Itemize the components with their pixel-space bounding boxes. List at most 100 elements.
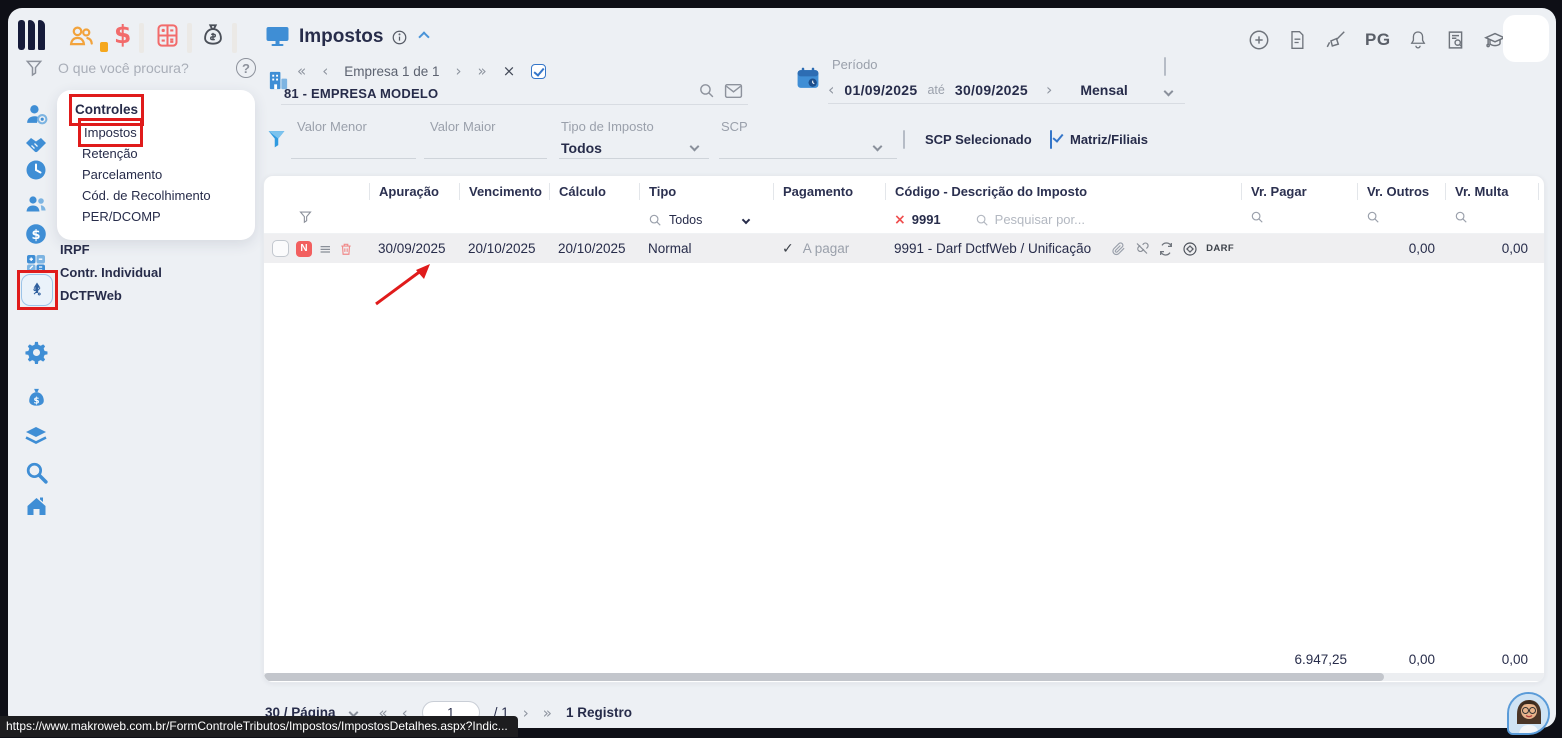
sidebar-item-search[interactable] xyxy=(22,458,50,486)
attachment-icon[interactable] xyxy=(1111,241,1126,256)
company-first-button[interactable]: « xyxy=(297,62,306,80)
monitor-icon xyxy=(266,27,289,46)
vr-pagar-search-icon[interactable] xyxy=(1250,210,1264,224)
menu-item-dctfweb[interactable]: DCTFWeb xyxy=(60,284,162,307)
sidebar-item-gear[interactable] xyxy=(22,338,50,366)
matriz-filiais-checkbox[interactable] xyxy=(1050,130,1052,149)
column-vr-outros[interactable]: Vr. Outros xyxy=(1357,182,1445,200)
row-checkbox[interactable] xyxy=(272,240,289,257)
sidebar-item-moneybag[interactable]: $ xyxy=(22,384,50,412)
annotation-box-pin xyxy=(17,270,58,310)
column-calculo[interactable]: Cálculo xyxy=(549,182,639,200)
filter-funnel-icon[interactable] xyxy=(24,57,44,79)
broom-icon[interactable] xyxy=(1324,29,1348,51)
app-logo[interactable] xyxy=(18,20,48,52)
sidebar-item-user-settings[interactable] xyxy=(22,100,50,128)
moneybag-module-icon[interactable] xyxy=(200,21,226,49)
filters-funnel-icon[interactable] xyxy=(266,126,287,152)
sidebar-item-taxes-pin[interactable] xyxy=(21,274,53,306)
period-label: Período xyxy=(832,57,878,72)
scp-select[interactable] xyxy=(719,158,897,159)
topright-panel-button[interactable] xyxy=(1503,15,1549,62)
scp-selecionado-checkbox[interactable] xyxy=(903,130,905,149)
collapse-chevron-icon[interactable] xyxy=(418,31,431,43)
row-delete-icon[interactable] xyxy=(339,241,353,257)
sync-icon[interactable] xyxy=(1158,241,1174,257)
tipo-filter-select[interactable]: Todos xyxy=(639,213,773,227)
sidebar-item-handshake[interactable] xyxy=(22,130,50,158)
company-search-icon[interactable] xyxy=(698,82,715,99)
company-prev-button[interactable]: ‹ xyxy=(322,62,328,80)
menu-section-controles[interactable]: Controles xyxy=(68,94,145,126)
next-page-button[interactable]: › xyxy=(523,704,529,722)
column-vencimento[interactable]: Vencimento xyxy=(459,182,549,200)
tipo-imposto-select[interactable]: Todos xyxy=(561,140,602,156)
company-next-button[interactable]: › xyxy=(456,62,462,80)
column-apuracao[interactable]: Apuração xyxy=(369,182,459,200)
codigo-search-input[interactable] xyxy=(994,212,1105,227)
document-search-icon[interactable] xyxy=(1445,29,1466,51)
valor-maior-input[interactable] xyxy=(424,158,547,159)
vr-multa-search-icon[interactable] xyxy=(1454,210,1468,224)
period-next-button[interactable]: › xyxy=(1046,80,1052,99)
tipo-imposto-chevron-icon[interactable] xyxy=(689,141,700,152)
support-chat-avatar[interactable] xyxy=(1507,692,1550,735)
period-prev-button[interactable]: ‹ xyxy=(828,80,834,99)
horizontal-scrollbar-thumb[interactable] xyxy=(264,673,1384,681)
column-tipo[interactable]: Tipo xyxy=(639,182,773,200)
column-vr-multa[interactable]: Vr. Multa xyxy=(1445,182,1538,200)
valor-menor-input[interactable] xyxy=(291,158,416,159)
menu-item-per-dcomp[interactable]: PER/DCOMP xyxy=(82,206,239,227)
row-menu-icon[interactable]: ≡ xyxy=(319,240,332,258)
unlink-icon[interactable] xyxy=(1134,241,1150,256)
period-end-date[interactable]: 30/09/2025 xyxy=(955,82,1028,98)
notifications-bell-icon[interactable] xyxy=(1408,28,1428,51)
period-mode-chevron-icon[interactable] xyxy=(1163,86,1174,97)
menu-item-cod-recolhimento[interactable]: Cód. de Recolhimento xyxy=(82,185,239,206)
email-icon[interactable] xyxy=(724,83,743,99)
darf-label: DARF xyxy=(1206,243,1235,254)
column-codigo-descricao[interactable]: Código - Descrição do Imposto xyxy=(885,182,1241,200)
column-vr-clipped[interactable]: V xyxy=(1538,182,1544,200)
remove-code-filter-button[interactable]: × xyxy=(894,212,906,228)
column-pagamento[interactable]: Pagamento xyxy=(773,182,885,200)
menu-item-impostos[interactable]: Impostos xyxy=(78,118,143,147)
app-window: $ ? $ xyxy=(8,8,1556,728)
company-clear-button[interactable]: × xyxy=(503,62,516,80)
pg-button[interactable]: PG xyxy=(1365,30,1391,50)
period-checkbox[interactable] xyxy=(1164,57,1166,76)
grid-filter-funnel-icon[interactable] xyxy=(298,209,313,225)
vr-outros-search-icon[interactable] xyxy=(1366,210,1380,224)
table-header-row: Apuração Vencimento Cálculo Tipo Pagamen… xyxy=(264,176,1544,206)
valor-menor-label: Valor Menor xyxy=(297,119,367,134)
page-header: Impostos xyxy=(265,26,431,48)
period-start-date[interactable]: 01/09/2025 xyxy=(844,82,917,98)
sidebar-item-clock[interactable] xyxy=(22,156,50,184)
menu-item-retencao[interactable]: Retenção xyxy=(82,143,239,164)
sidebar-item-people[interactable] xyxy=(22,190,50,218)
document-icon[interactable] xyxy=(1287,29,1307,51)
add-icon[interactable] xyxy=(1248,29,1270,51)
sidebar-item-home[interactable] xyxy=(22,492,50,520)
company-checkbox[interactable] xyxy=(531,63,547,79)
sidebar-item-layers[interactable] xyxy=(22,422,50,450)
column-vr-pagar[interactable]: Vr. Pagar xyxy=(1241,182,1357,200)
table-row[interactable]: N ≡ 30/09/2025 20/10/2025 20/10/2025 Nor… xyxy=(264,234,1544,263)
finance-module-icon[interactable]: $ xyxy=(114,20,131,49)
cell-calculo: 20/10/2025 xyxy=(558,241,626,256)
info-icon[interactable] xyxy=(392,30,407,45)
period-underline xyxy=(828,103,1185,104)
sidebar-item-dollar[interactable]: $ xyxy=(22,220,50,248)
global-search-input[interactable] xyxy=(58,60,208,76)
menu-item-contr-individual[interactable]: Contr. Individual xyxy=(60,261,162,284)
menu-item-parcelamento[interactable]: Parcelamento xyxy=(82,164,239,185)
scp-chevron-icon[interactable] xyxy=(872,141,883,152)
menu-root-items: IRPF Contr. Individual DCTFWeb xyxy=(60,238,162,307)
last-page-button[interactable]: » xyxy=(543,704,552,722)
help-icon[interactable]: ? xyxy=(236,58,256,78)
calculator-module-icon[interactable] xyxy=(154,22,181,49)
menu-item-irpf[interactable]: IRPF xyxy=(60,238,162,261)
darf-head-icon[interactable] xyxy=(1182,241,1198,257)
company-last-button[interactable]: » xyxy=(478,62,487,80)
period-mode-select[interactable]: Mensal xyxy=(1080,82,1127,98)
